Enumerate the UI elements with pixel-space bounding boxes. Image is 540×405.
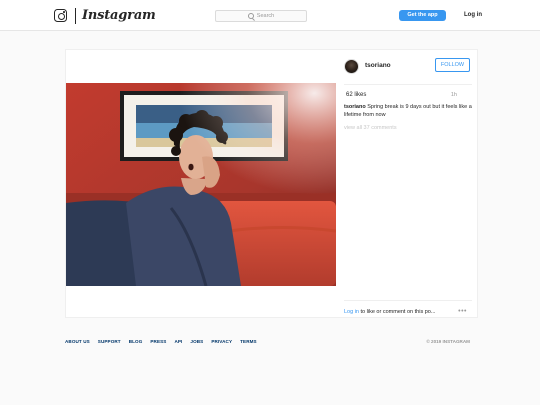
footer-link-terms[interactable]: TERMS: [240, 338, 257, 346]
post-sidebar: tsoriano FOLLOW 62 likes 1h tsoriano Spr…: [337, 50, 479, 319]
search-placeholder: Search: [256, 13, 275, 19]
follow-button[interactable]: FOLLOW: [435, 58, 470, 72]
avatar[interactable]: [344, 59, 359, 74]
post-timestamp: 1h: [450, 92, 457, 98]
search-icon: [247, 13, 254, 19]
footer-link-support[interactable]: SUPPORT: [98, 338, 121, 346]
post-card: tsoriano FOLLOW 62 likes 1h tsoriano Spr…: [65, 49, 478, 318]
copyright-text: © 2019 INSTAGRAM: [426, 339, 470, 344]
comment-prompt: Log in to like or comment on this po...: [344, 308, 435, 316]
page-footer: ABOUT US SUPPORT BLOG PRESS API JOBS PRI…: [65, 338, 470, 348]
top-navigation-bar: Instagram Search Get the app Log in: [0, 0, 540, 31]
log-in-link[interactable]: Log in: [464, 11, 482, 20]
footer-link-api[interactable]: API: [174, 338, 182, 346]
get-the-app-button[interactable]: Get the app: [399, 10, 446, 21]
view-all-comments-link[interactable]: view all 37 comments: [344, 124, 397, 132]
post-photo[interactable]: [66, 83, 336, 286]
post-photo-image: [66, 83, 336, 286]
post-author-username[interactable]: tsoriano: [365, 61, 391, 71]
footer-link-privacy[interactable]: PRIVACY: [211, 338, 232, 346]
divider: [344, 300, 472, 301]
instagram-camera-icon[interactable]: [54, 9, 67, 22]
like-count[interactable]: 62 likes: [346, 91, 366, 100]
comment-prompt-text: to like or comment on this po...: [359, 309, 436, 315]
footer-link-about-us[interactable]: ABOUT US: [65, 338, 90, 346]
footer-link-press[interactable]: PRESS: [150, 338, 166, 346]
search-input[interactable]: Search: [215, 10, 307, 22]
brand-divider: [75, 8, 76, 24]
log-in-to-comment-link[interactable]: Log in: [344, 309, 359, 315]
footer-links: ABOUT US SUPPORT BLOG PRESS API JOBS PRI…: [65, 338, 257, 346]
divider: [344, 84, 472, 85]
footer-link-jobs[interactable]: JOBS: [190, 338, 203, 346]
instagram-logo[interactable]: Instagram: [82, 7, 156, 24]
caption-username[interactable]: tsoriano: [344, 104, 366, 110]
post-caption: tsoriano Spring break is 9 days out but …: [344, 104, 472, 119]
more-options-icon[interactable]: •••: [458, 308, 467, 315]
footer-link-blog[interactable]: BLOG: [129, 338, 143, 346]
